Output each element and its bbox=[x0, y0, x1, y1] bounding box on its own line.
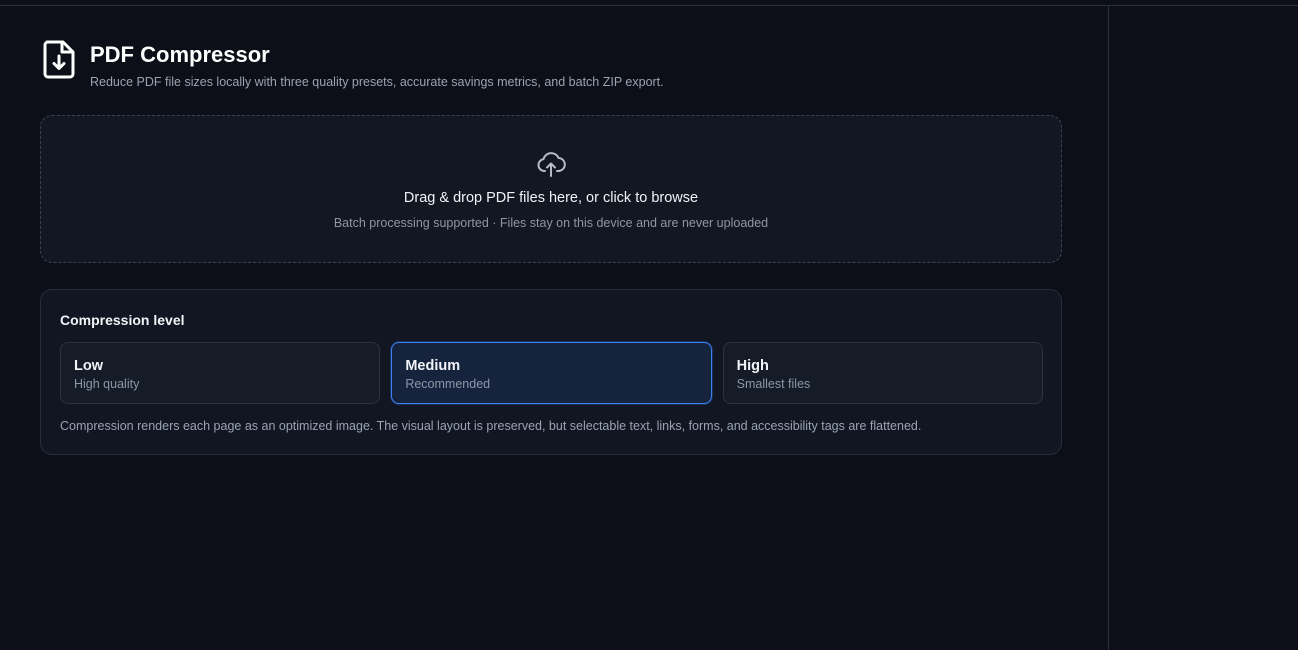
compression-option-low[interactable]: Low High quality bbox=[60, 342, 381, 404]
compression-option-high[interactable]: High Smallest files bbox=[722, 342, 1043, 404]
header-text: PDF Compressor Reduce PDF file sizes loc… bbox=[90, 38, 664, 90]
file-dropzone[interactable]: Drag & drop PDF files here, or click to … bbox=[40, 115, 1062, 263]
right-panel-divider bbox=[1108, 6, 1109, 650]
compression-options: Low High quality Medium Recommended High… bbox=[60, 342, 1043, 404]
page-header: PDF Compressor Reduce PDF file sizes loc… bbox=[40, 38, 664, 90]
compression-option-medium[interactable]: Medium Recommended bbox=[391, 342, 712, 404]
option-label: High bbox=[736, 358, 769, 374]
option-label: Medium bbox=[405, 358, 461, 374]
page-title: PDF Compressor bbox=[90, 42, 270, 67]
option-description: High quality bbox=[74, 377, 140, 391]
option-description: Recommended bbox=[405, 377, 491, 391]
dropzone-title: Drag & drop PDF files here, or click to … bbox=[403, 190, 699, 206]
cloud-upload-icon bbox=[537, 152, 566, 177]
compression-note: Compression renders each page as an opti… bbox=[60, 419, 922, 433]
file-download-icon bbox=[43, 40, 75, 79]
page-subtitle: Reduce PDF file sizes locally with three… bbox=[90, 75, 664, 89]
compression-panel: Compression level Low High quality Mediu… bbox=[40, 289, 1062, 455]
top-border bbox=[0, 0, 1298, 6]
option-description: Smallest files bbox=[736, 377, 811, 391]
dropzone-hint: Batch processing supported · Files stay … bbox=[333, 216, 769, 230]
compression-title: Compression level bbox=[60, 312, 185, 328]
option-label: Low bbox=[74, 358, 103, 374]
